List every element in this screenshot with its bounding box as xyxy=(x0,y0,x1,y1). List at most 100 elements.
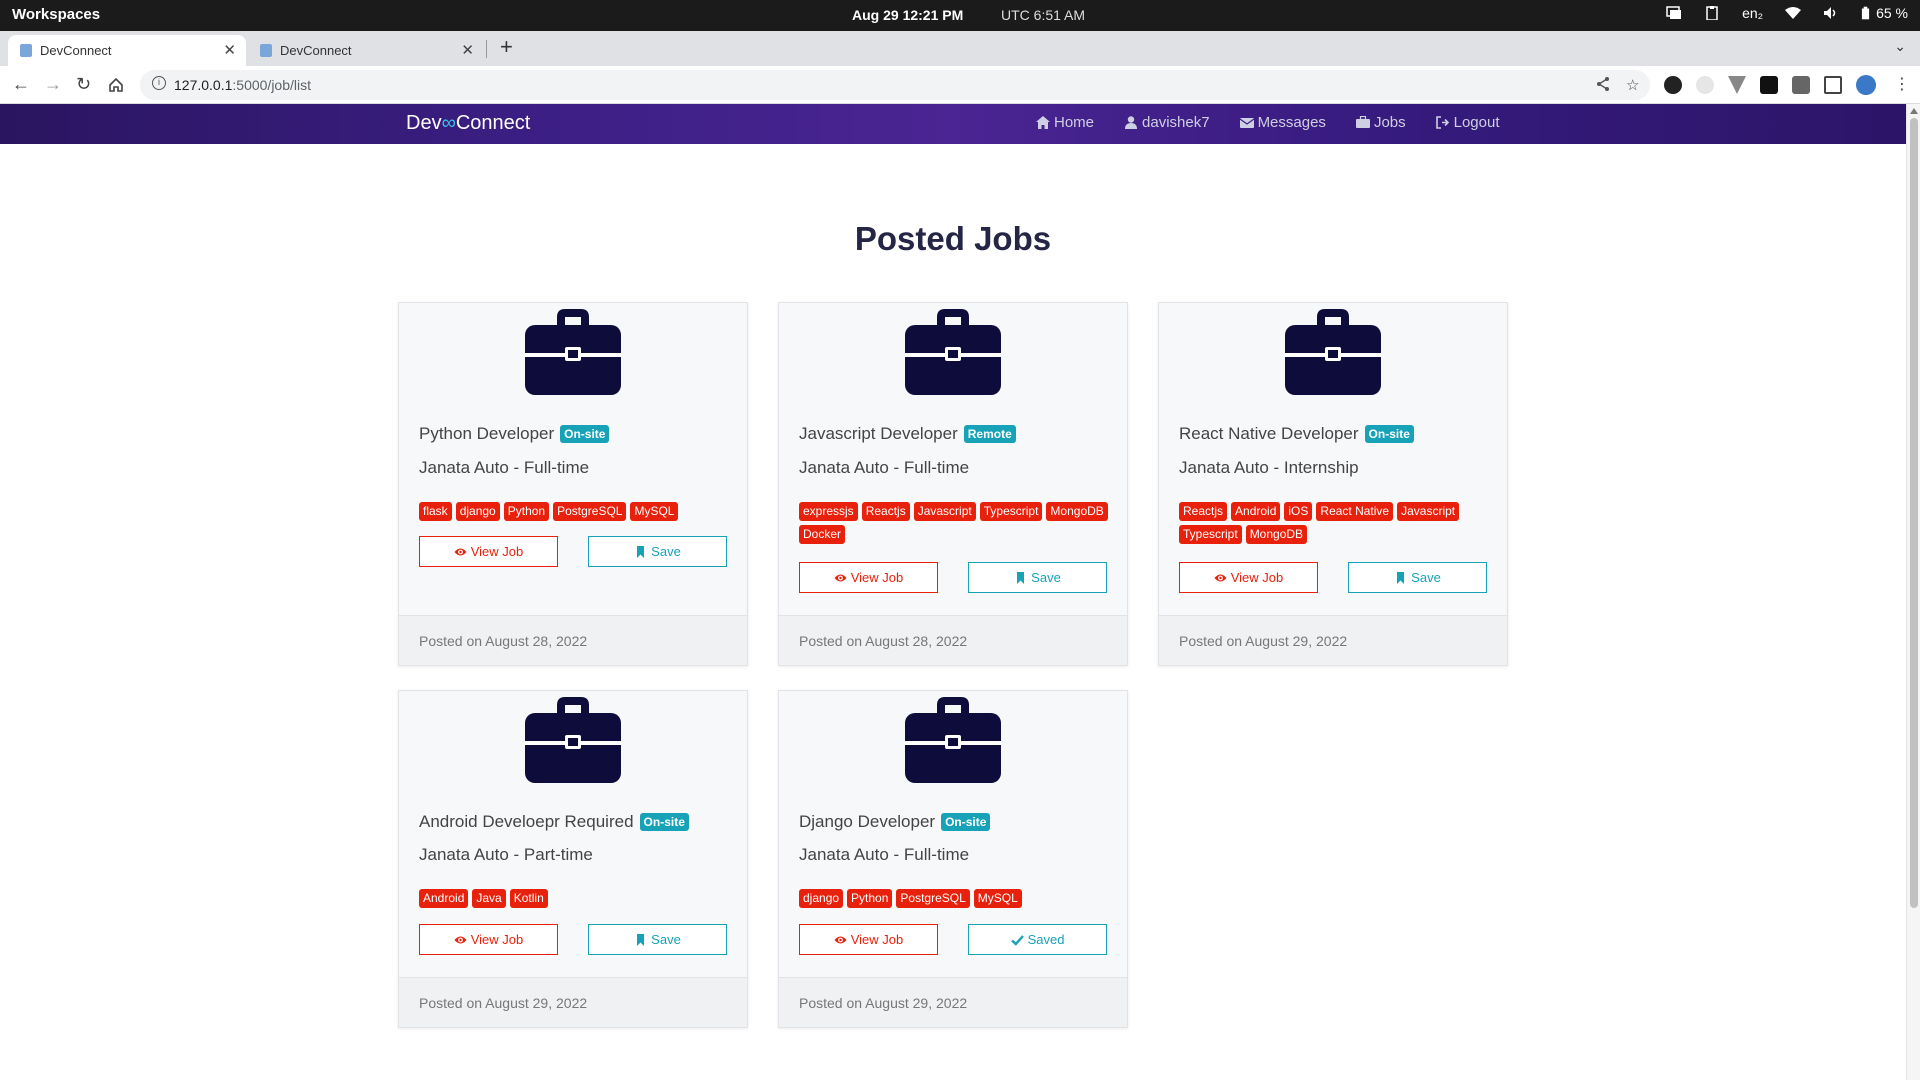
site-info-icon[interactable]: i xyxy=(152,76,166,90)
bookmark-icon xyxy=(1014,572,1027,584)
tab-search-chevron-icon[interactable]: ⌄ xyxy=(1894,38,1906,55)
save-job-button[interactable]: Save xyxy=(968,562,1107,593)
language-indicator[interactable]: en₂ xyxy=(1742,5,1763,21)
page-title: Posted Jobs xyxy=(854,220,1052,257)
extensions-puzzle-icon[interactable] xyxy=(1792,76,1810,94)
eye-icon xyxy=(1214,572,1227,584)
extension-h-icon[interactable] xyxy=(1664,76,1682,94)
skill-tag: MySQL xyxy=(973,889,1022,908)
work-mode-badge: On-site xyxy=(941,813,991,831)
site-navbar: Dev∞Connect Home davishek7 Messages Jobs… xyxy=(0,104,1906,144)
bookmark-icon xyxy=(634,546,647,558)
bookmark-star-icon[interactable]: ☆ xyxy=(1626,76,1639,94)
share-icon[interactable] xyxy=(1596,76,1610,92)
battery-status[interactable]: 65 % xyxy=(1861,5,1908,21)
skill-tag: Reactjs xyxy=(1179,502,1228,521)
extension-vue-icon[interactable] xyxy=(1728,76,1746,94)
briefcase-icon xyxy=(1355,116,1370,128)
nav-user[interactable]: davishek7 xyxy=(1124,114,1210,131)
close-tab-icon[interactable]: ✕ xyxy=(223,41,236,59)
job-card: React Native Developer On-site Janata Aut… xyxy=(1158,302,1508,666)
view-job-button[interactable]: View Job xyxy=(799,924,938,955)
workspaces-label[interactable]: Workspaces xyxy=(12,6,100,23)
home-icon xyxy=(1036,116,1050,129)
skill-tag: Python xyxy=(503,502,550,521)
view-job-button[interactable]: View Job xyxy=(799,562,938,593)
job-card: Python Developer On-site Janata Auto - Fu… xyxy=(398,302,748,666)
bookmark-icon xyxy=(634,934,647,946)
nav-home[interactable]: Home xyxy=(1036,114,1094,131)
skill-tag: Android xyxy=(1231,502,1281,521)
skill-tag: django xyxy=(799,889,844,908)
skill-tag: Android xyxy=(419,889,469,908)
work-mode-badge: On-site xyxy=(560,425,610,443)
skill-tag: Javascript xyxy=(1397,502,1460,521)
nav-jobs[interactable]: Jobs xyxy=(1355,114,1406,131)
view-job-button[interactable]: View Job xyxy=(419,536,558,567)
scrollbar-thumb[interactable] xyxy=(1910,118,1918,908)
job-card: Javascript Developer Remote Janata Auto -… xyxy=(778,302,1128,666)
profile-avatar[interactable] xyxy=(1856,75,1876,95)
tab-divider xyxy=(486,40,487,58)
volume-icon[interactable] xyxy=(1823,6,1839,20)
save-job-button[interactable]: Save xyxy=(588,924,727,955)
job-title: React Native Developer xyxy=(1179,424,1359,443)
job-company-type: Janata Auto - Internship xyxy=(1179,458,1359,477)
save-job-button[interactable]: Save xyxy=(1348,562,1487,593)
battery-icon xyxy=(1861,6,1870,20)
wifi-icon[interactable] xyxy=(1785,6,1802,20)
briefcase-icon xyxy=(525,697,621,783)
os-top-bar: Workspaces Aug 29 12:21 PM UTC 6:51 AM e… xyxy=(0,0,1920,31)
clock[interactable]: Aug 29 12:21 PM xyxy=(852,7,963,23)
view-job-button[interactable]: View Job xyxy=(419,924,558,955)
eye-icon xyxy=(834,572,847,584)
tab-title: DevConnect xyxy=(280,43,352,58)
skill-tag: PostgreSQL xyxy=(896,889,970,908)
scroll-up-icon[interactable] xyxy=(1910,108,1918,114)
job-company-type: Janata Auto - Full-time xyxy=(799,845,970,864)
bookmark-icon xyxy=(1394,572,1407,584)
job-card: Django Developer On-site Janata Auto - Fu… xyxy=(778,690,1128,1028)
page-favicon-icon xyxy=(20,44,32,57)
extension-a-icon[interactable] xyxy=(1760,76,1778,94)
job-title: Django Developer xyxy=(799,812,936,831)
tab-devconnect[interactable]: DevConnect ✕ xyxy=(248,35,484,66)
skill-tags: Android Java Kotlin xyxy=(419,889,739,908)
new-tab-icon[interactable]: + xyxy=(500,34,513,60)
save-job-button[interactable]: Save xyxy=(588,536,727,567)
browser-tab-strip: DevConnect ✕ DevConnect ✕ xyxy=(0,31,1920,66)
view-job-button[interactable]: View Job xyxy=(1179,562,1318,593)
side-panel-icon[interactable] xyxy=(1824,76,1842,94)
tab-devconnect-active[interactable]: DevConnect ✕ xyxy=(8,35,246,66)
forward-arrow-icon[interactable]: → xyxy=(44,74,62,95)
page-scrollbar[interactable] xyxy=(1906,104,1920,1080)
skill-tags: django Python PostgreSQL MySQL xyxy=(799,889,1119,908)
url-text[interactable]: 127.0.0.1:5000/job/list xyxy=(174,77,311,93)
skill-tag: MySQL xyxy=(630,502,679,521)
close-tab-icon[interactable]: ✕ xyxy=(461,41,474,59)
job-title: Javascript Developer xyxy=(799,424,958,443)
address-bar[interactable]: i 127.0.0.1:5000/job/list ☆ xyxy=(140,70,1650,100)
job-card: Android Develoepr Required On-site Janata… xyxy=(398,690,748,1028)
posted-date: Posted on August 28, 2022 xyxy=(779,615,1127,665)
extension-ghost-icon[interactable] xyxy=(1696,76,1714,94)
reload-icon[interactable]: ↻ xyxy=(76,74,91,95)
eye-icon xyxy=(454,546,467,558)
home-icon[interactable] xyxy=(108,77,124,93)
skill-tags: flask django Python PostgreSQL MySQL xyxy=(419,502,739,521)
screen-icon[interactable] xyxy=(1666,6,1682,20)
envelope-icon xyxy=(1239,118,1254,128)
saved-job-button[interactable]: Saved xyxy=(968,924,1107,955)
work-mode-badge: On-site xyxy=(1364,425,1414,443)
browser-menu-icon[interactable]: ⋮ xyxy=(1894,74,1910,94)
back-arrow-icon[interactable]: ← xyxy=(12,74,30,95)
skill-tag: Typescript xyxy=(979,502,1043,521)
briefcase-icon xyxy=(905,697,1001,783)
brand-logo[interactable]: Dev∞Connect xyxy=(406,112,530,135)
clipboard-icon[interactable] xyxy=(1704,6,1720,20)
skill-tag: Javascript xyxy=(913,502,976,521)
nav-logout[interactable]: Logout xyxy=(1435,114,1500,131)
skill-tag: flask xyxy=(419,502,452,521)
nav-messages[interactable]: Messages xyxy=(1239,114,1326,131)
user-icon xyxy=(1125,116,1138,129)
